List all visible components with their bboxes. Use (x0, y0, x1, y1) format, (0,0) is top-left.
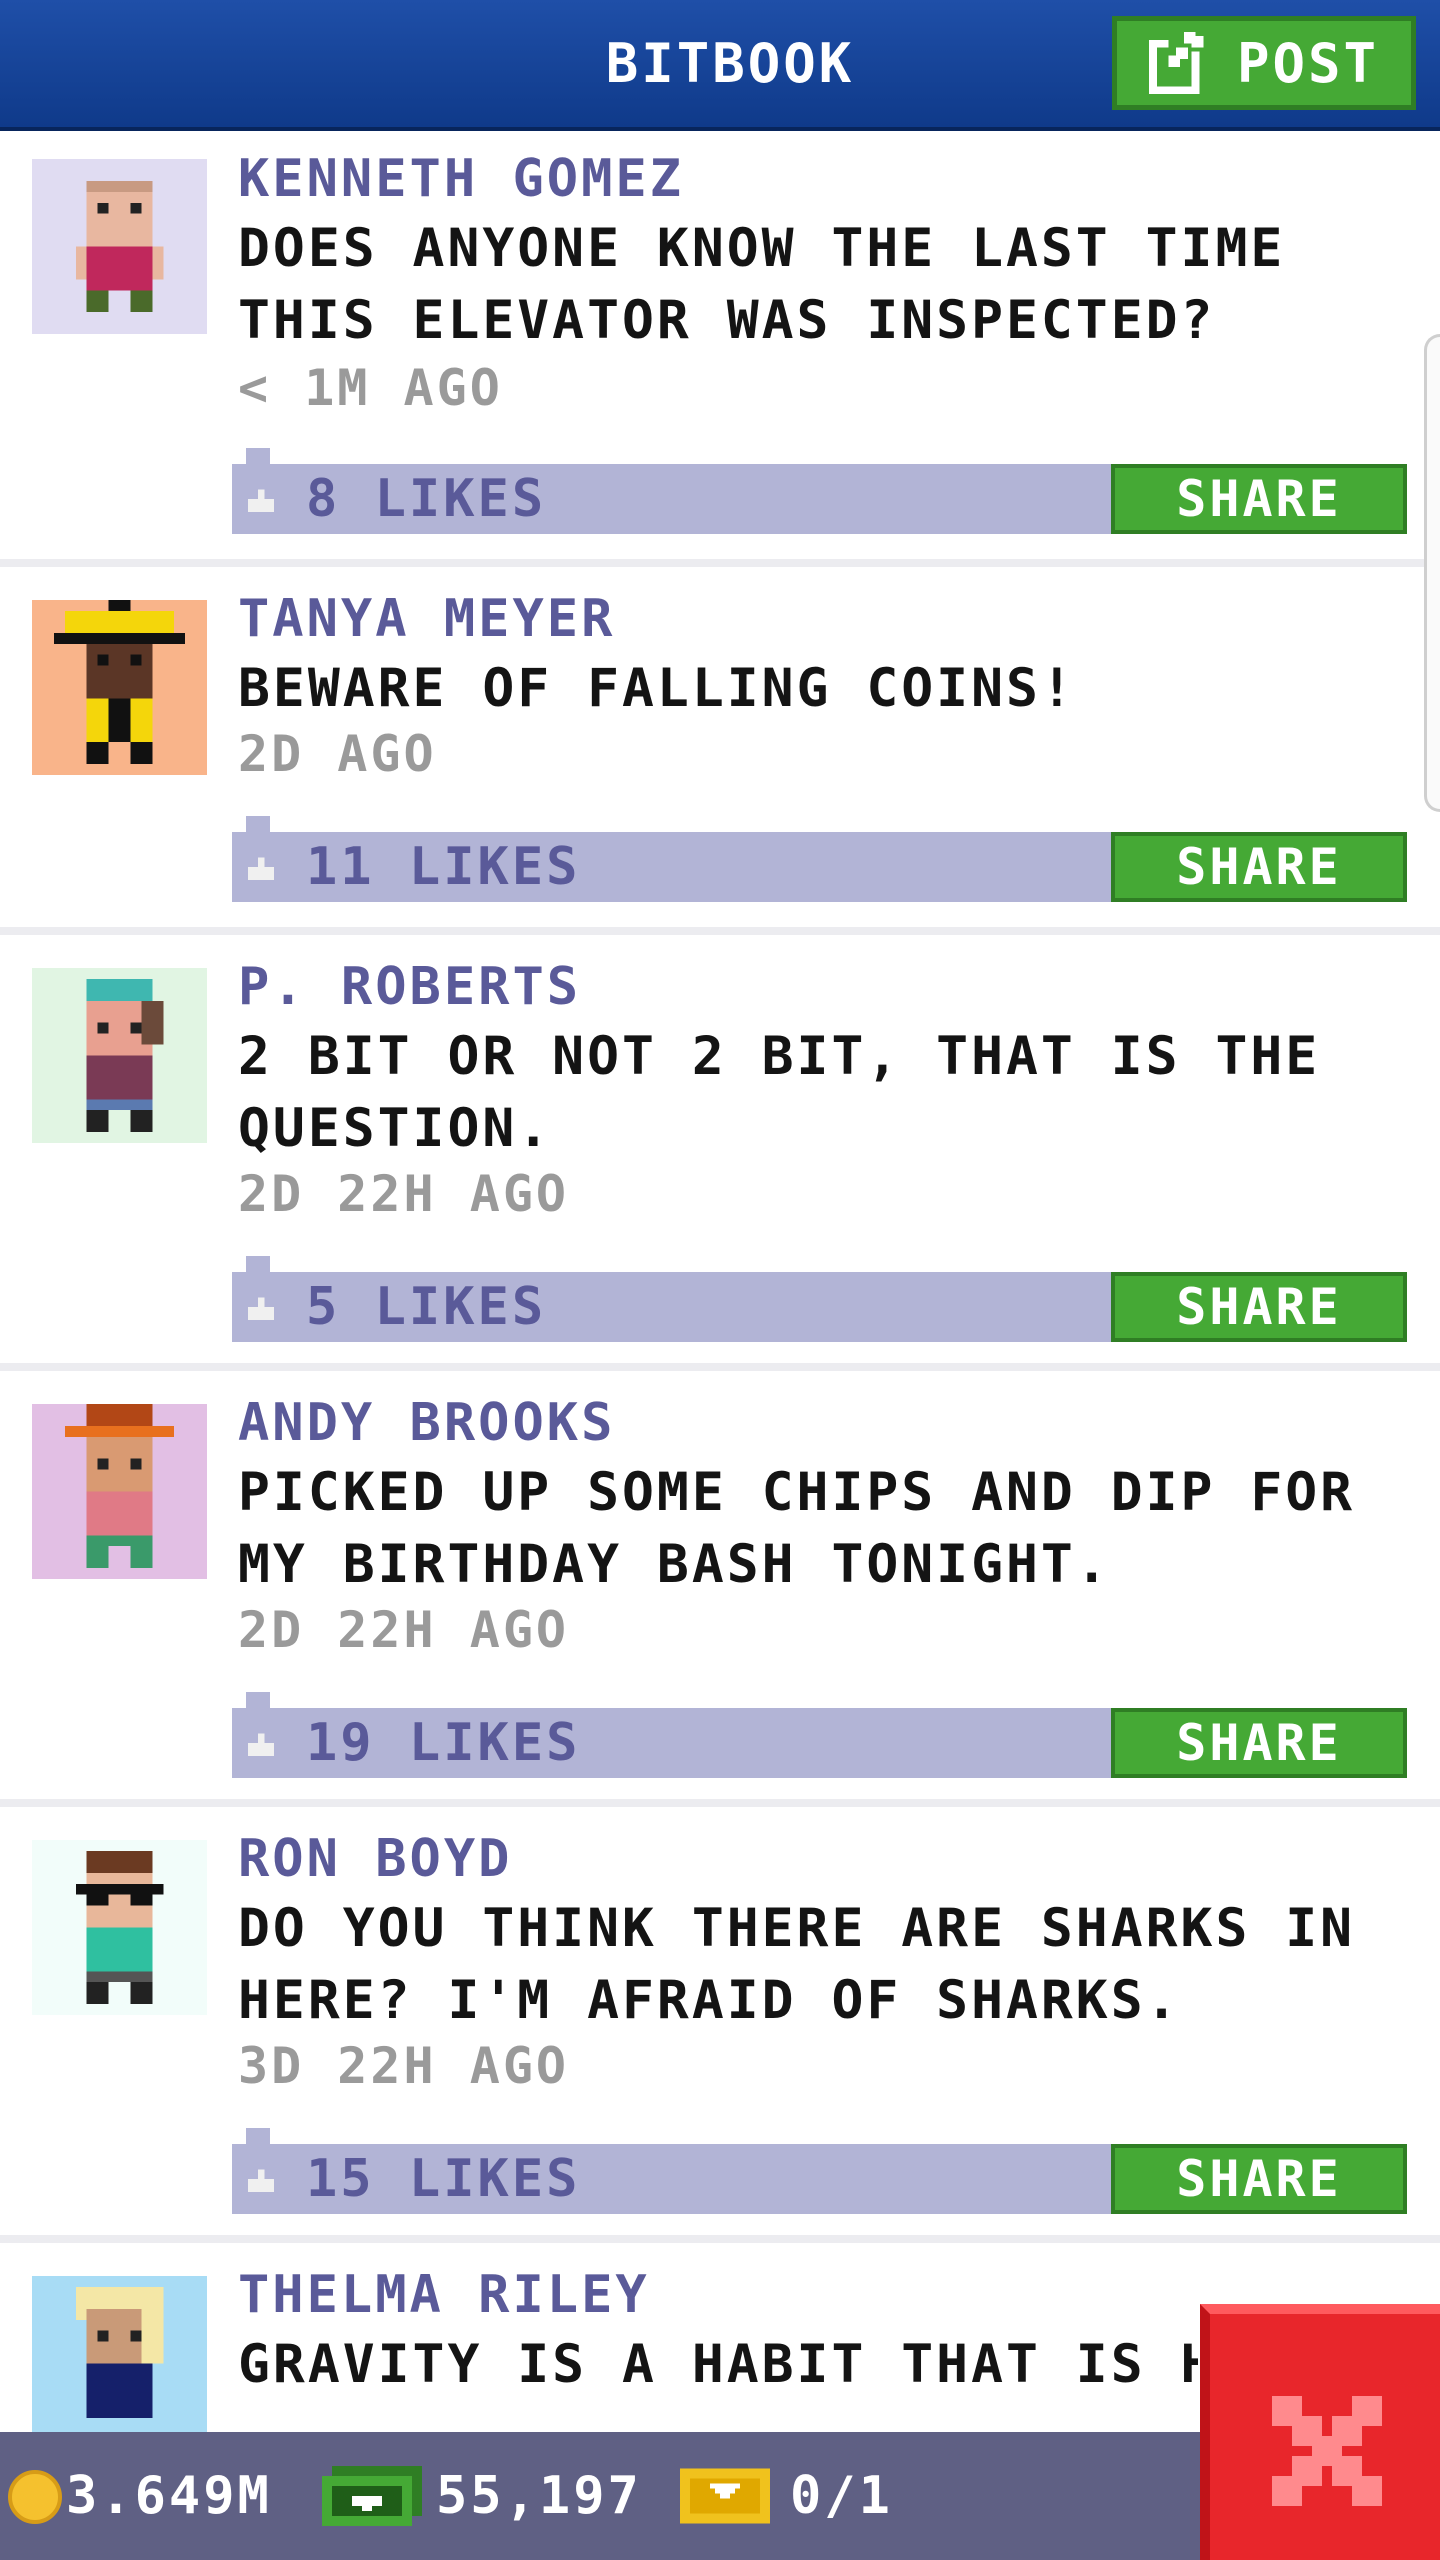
like-count[interactable]: 8 LIKES (306, 464, 546, 534)
like-bar-tab (246, 448, 270, 464)
like-bar: 11 LIKES SHARE (232, 816, 1407, 902)
avatar[interactable] (32, 159, 207, 334)
post-author[interactable]: P. ROBERTS (238, 957, 581, 1017)
bux-icon (322, 2466, 422, 2526)
share-button[interactable]: SHARE (1111, 464, 1407, 534)
feed-post: P. ROBERTS 2 BIT OR NOT 2 BIT, THAT IS T… (0, 935, 1440, 1363)
post-time: 2D AGO (238, 725, 437, 783)
post-author[interactable]: ANDY BROOKS (238, 1393, 615, 1453)
like-count[interactable]: 19 LIKES (306, 1708, 580, 1778)
post-author[interactable]: THELMA RILEY (238, 2265, 650, 2325)
post-button[interactable]: POST (1112, 16, 1416, 110)
post-label: POST (1237, 31, 1380, 95)
like-count[interactable]: 11 LIKES (306, 832, 580, 902)
thumbs-up-icon[interactable] (248, 854, 274, 880)
post-author[interactable]: RON BOYD (238, 1829, 512, 1889)
post-time: < 1M AGO (238, 359, 503, 417)
like-bar-tab (246, 1256, 270, 1272)
avatar[interactable] (32, 1404, 207, 1579)
post-text: BEWARE OF FALLING COINS! (238, 658, 1076, 719)
avatar[interactable] (32, 600, 207, 775)
like-bar: 19 LIKES SHARE (232, 1692, 1407, 1778)
close-button[interactable] (1200, 2304, 1440, 2560)
like-bar-tab (246, 816, 270, 832)
page-title: BITBOOK (605, 32, 855, 95)
post-text: 2 BIT OR NOT 2 BIT, THAT IS THE QUESTION… (238, 1026, 1321, 1159)
feed-post: RON BOYD DO YOU THINK THERE ARE SHARKS I… (0, 1807, 1440, 2235)
like-bar-tab (246, 1692, 270, 1708)
like-bar: 15 LIKES SHARE (232, 2128, 1407, 2214)
like-count[interactable]: 5 LIKES (306, 1272, 546, 1342)
avatar[interactable] (32, 2276, 207, 2451)
share-button[interactable]: SHARE (1111, 2144, 1407, 2214)
coin-icon (8, 2470, 62, 2524)
share-button[interactable]: SHARE (1111, 1708, 1407, 1778)
coin-count: 3.649M (66, 2466, 272, 2526)
post-author[interactable]: TANYA MEYER (238, 589, 615, 649)
close-icon (1272, 2396, 1382, 2506)
post-text: DO YOU THINK THERE ARE SHARKS IN HERE? I… (238, 1898, 1356, 2031)
bux-count: 55,197 (436, 2466, 642, 2526)
post-author[interactable]: KENNETH GOMEZ (238, 149, 684, 209)
thumbs-up-icon[interactable] (248, 486, 274, 512)
ticket-icon (680, 2468, 770, 2524)
like-bar: 8 LIKES SHARE (232, 448, 1407, 534)
post-time: 2D 22H AGO (238, 1601, 570, 1659)
ticket-count: 0/1 (790, 2466, 893, 2526)
feed-post: TANYA MEYER BEWARE OF FALLING COINS! 2D … (0, 567, 1440, 927)
share-button[interactable]: SHARE (1111, 1272, 1407, 1342)
thumbs-up-icon[interactable] (248, 1294, 274, 1320)
like-bar-tab (246, 2128, 270, 2144)
like-count[interactable]: 15 LIKES (306, 2144, 580, 2214)
feed-post: ANDY BROOKS PICKED UP SOME CHIPS AND DIP… (0, 1371, 1440, 1799)
avatar[interactable] (32, 1840, 207, 2015)
post-text: DOES ANYONE KNOW THE LAST TIME THIS ELEV… (238, 218, 1286, 351)
avatar[interactable] (32, 968, 207, 1143)
scrollbar-handle[interactable] (1424, 334, 1440, 812)
feed-post: KENNETH GOMEZ DOES ANYONE KNOW THE LAST … (0, 131, 1440, 559)
post-text: GRAVITY IS A HABIT THAT IS HAI (238, 2334, 1198, 2395)
thumbs-up-icon[interactable] (248, 1730, 274, 1756)
post-time: 3D 22H AGO (238, 2037, 570, 2095)
app-header: BITBOOK POST (0, 0, 1440, 131)
post-text: PICKED UP SOME CHIPS AND DIP FOR MY BIRT… (238, 1462, 1356, 1595)
post-time: 2D 22H AGO (238, 1165, 570, 1223)
edit-icon (1149, 32, 1204, 94)
thumbs-up-icon[interactable] (248, 2166, 274, 2192)
like-bar: 5 LIKES SHARE (232, 1256, 1407, 1342)
share-button[interactable]: SHARE (1111, 832, 1407, 902)
